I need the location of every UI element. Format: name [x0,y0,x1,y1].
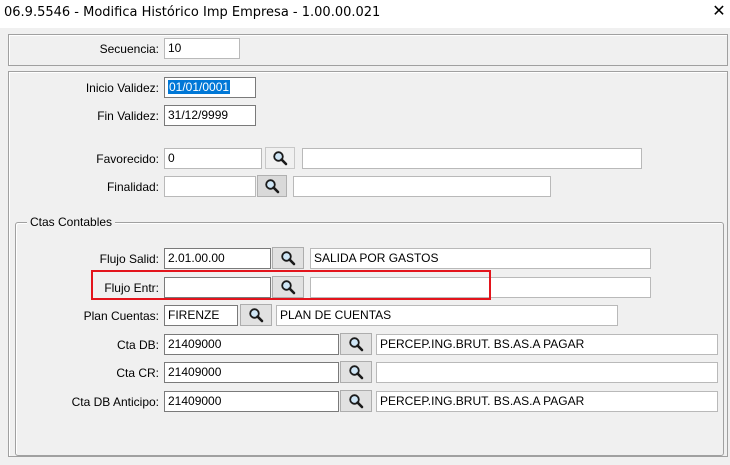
secuencia-field[interactable]: 10 [164,38,240,59]
ctas-contables-legend: Ctas Contables [27,215,116,229]
cta-cr-search-button[interactable] [340,361,372,383]
flujo-salid-search-button[interactable] [272,247,304,269]
search-icon [348,393,364,409]
search-icon [348,336,364,352]
flujo-salid-label: Flujo Salid: [99,252,159,266]
search-icon [272,150,288,166]
search-icon [264,178,280,194]
favorecido-label: Favorecido: [96,152,159,166]
search-icon [248,307,264,323]
fin-validez-label: Fin Validez: [97,109,159,123]
inicio-validez-field[interactable]: 01/01/0001 [164,77,256,98]
finalidad-description [293,176,551,197]
cta-db-anticipo-field[interactable]: 21409000 [164,391,339,412]
cta-cr-field[interactable]: 21409000 [164,362,339,383]
window-title: 06.9.5546 - Modifica Histórico Imp Empre… [4,5,381,20]
cta-db-anticipo-label: Cta DB Anticipo: [71,395,159,409]
cta-db-anticipo-search-button[interactable] [340,390,372,412]
cta-db-description: PERCEP.ING.BRUT. BS.AS.A PAGAR [376,334,718,355]
title-bar: 06.9.5546 - Modifica Histórico Imp Empre… [0,0,730,28]
flujo-salid-description: SALIDA POR GASTOS [310,248,651,269]
cta-cr-description [376,362,718,383]
inicio-validez-value: 01/01/0001 [168,80,231,94]
finalidad-search-button[interactable] [257,175,287,197]
favorecido-search-button[interactable] [265,147,295,169]
cta-db-field[interactable]: 21409000 [164,334,339,355]
search-icon [348,364,364,380]
favorecido-field[interactable]: 0 [164,148,262,169]
cta-db-label: Cta DB: [116,338,159,352]
finalidad-label: Finalidad: [106,180,159,194]
search-icon [280,250,296,266]
cta-db-search-button[interactable] [340,333,372,355]
finalidad-field[interactable] [164,176,256,197]
flujo-salid-field[interactable]: 2.01.00.00 [164,248,271,269]
fin-validez-field[interactable]: 31/12/9999 [164,105,256,126]
plan-cuentas-search-button[interactable] [240,304,272,326]
favorecido-description [302,148,642,169]
flujo-entr-highlight [91,270,491,300]
plan-cuentas-description: PLAN DE CUENTAS [276,305,618,326]
inicio-validez-label: Inicio Validez: [85,81,159,95]
secuencia-label: Secuencia: [99,42,159,56]
plan-cuentas-label: Plan Cuentas: [83,309,159,323]
cta-cr-label: Cta CR: [116,366,159,380]
plan-cuentas-field[interactable]: FIRENZE [164,305,238,326]
cta-db-anticipo-description: PERCEP.ING.BRUT. BS.AS.A PAGAR [376,391,718,412]
close-icon[interactable]: ✕ [711,4,727,20]
